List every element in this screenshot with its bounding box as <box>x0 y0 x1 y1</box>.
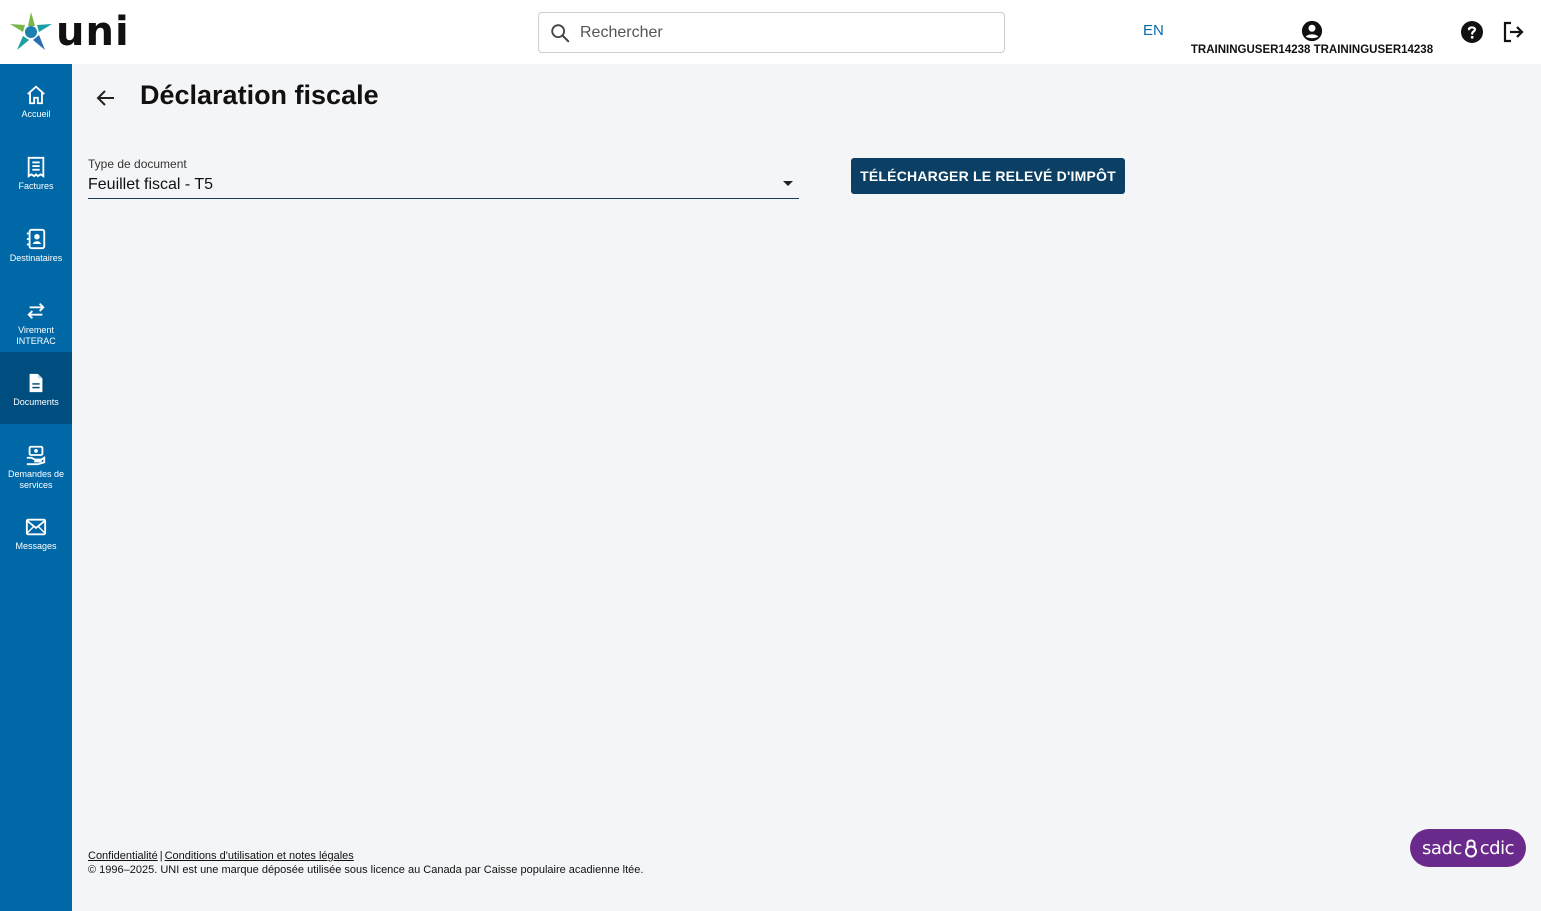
help-icon[interactable] <box>1460 20 1484 44</box>
sidebar-item-destinataires[interactable]: Destinataires <box>0 208 72 280</box>
mail-icon <box>25 518 47 536</box>
home-icon <box>27 85 45 105</box>
search-input[interactable] <box>580 23 980 42</box>
uni-star-logo-icon <box>10 12 52 50</box>
page-title: Déclaration fiscale <box>140 80 379 110</box>
lock-icon <box>1464 839 1477 858</box>
sidebar-item-documents[interactable]: Documents <box>0 352 72 424</box>
sidebar-item-label: Demandes de services <box>7 469 65 490</box>
footer-links: Confidentialité | Conditions d'utilisation… <box>88 849 643 863</box>
document-type-value: Feuillet fiscal - T5 <box>88 176 214 193</box>
terms-link[interactable]: Conditions d'utilisation et notes légale… <box>165 850 354 862</box>
cdic-right-text: cdic <box>1479 837 1515 859</box>
sidebar-item-factures[interactable]: Factures <box>0 136 72 208</box>
search-box[interactable] <box>538 12 1005 53</box>
sidebar-item-messages[interactable]: Messages <box>0 496 72 568</box>
logo-text: uni <box>56 9 130 55</box>
sidebar-item-label: Documents <box>13 397 59 407</box>
caret-down-icon <box>783 181 793 186</box>
sidebar-item-label: Messages <box>15 541 57 551</box>
footer: Confidentialité | Conditions d'utilisation… <box>88 849 643 877</box>
sidebar-item-label: Virement INTERAC <box>16 325 56 346</box>
sidebar-item-label: Factures <box>18 181 54 191</box>
cdic-badge[interactable]: sadc cdic <box>1410 829 1526 867</box>
logout-icon[interactable] <box>1501 20 1525 44</box>
sidebar-item-label: Accueil <box>21 109 51 119</box>
user-menu[interactable]: TRAININGUSER14238 TRAININGUSER14238 <box>1185 20 1439 56</box>
copyright-text: © 1996–2025. UNI est une marque déposée … <box>88 864 644 876</box>
privacy-link[interactable]: Confidentialité <box>88 850 158 862</box>
transfer-icon <box>27 303 45 319</box>
receipt-icon <box>27 156 45 178</box>
back-arrow-icon[interactable] <box>94 86 118 110</box>
document-icon <box>29 373 43 393</box>
sidebar-item-label: Destinataires <box>9 253 63 263</box>
account-circle-icon <box>1301 20 1323 42</box>
search-icon <box>551 23 570 42</box>
sidebar-item-demandes-de-services[interactable]: Demandes de services <box>0 424 72 496</box>
sidebar-item-virement-interac[interactable]: Virement INTERAC <box>0 280 72 352</box>
document-type-select[interactable]: Type de document Feuillet fiscal - T5 <box>88 157 799 199</box>
sidebar-item-accueil[interactable]: Accueil <box>0 64 72 136</box>
contacts-icon <box>26 228 46 250</box>
footer-separator: | <box>159 850 163 862</box>
cdic-left-text: sadc <box>1422 837 1462 859</box>
language-toggle[interactable]: EN <box>1143 22 1164 39</box>
service-request-icon <box>26 445 46 466</box>
top-header: uni EN TRAININGUSER14238 TRAININGUSER142… <box>0 0 1541 64</box>
download-tax-slip-button[interactable]: TÉLÉCHARGER LE RELEVÉ D'IMPÔT <box>851 158 1125 194</box>
document-type-label: Type de document <box>88 157 187 171</box>
user-name: TRAININGUSER14238 TRAININGUSER14238 <box>1190 44 1434 56</box>
sidebar: Accueil Factures Destinataires Virement <box>0 64 72 911</box>
uni-logo[interactable]: uni <box>8 10 130 54</box>
